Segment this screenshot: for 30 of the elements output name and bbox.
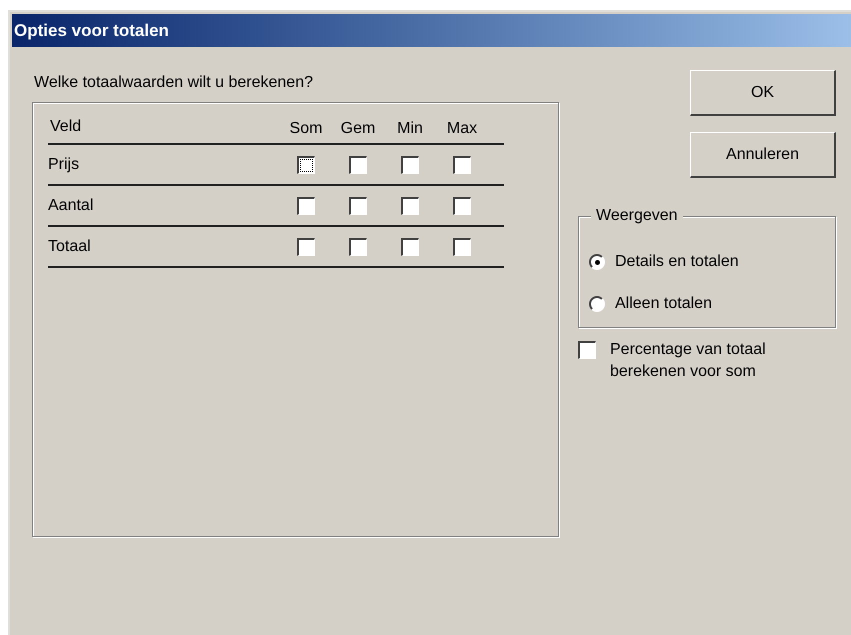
radio-button[interactable] (589, 296, 605, 312)
column-header: Veld (49, 117, 82, 137)
checkbox[interactable] (453, 156, 471, 174)
window-title: Opties voor totalen (14, 20, 169, 42)
field-name: Aantal (48, 196, 94, 216)
field-name: Prijs (48, 154, 80, 174)
checkbox[interactable] (297, 196, 315, 214)
ok-button[interactable]: OK (690, 70, 836, 116)
checkbox[interactable] (349, 156, 367, 174)
column-header: Som (290, 119, 322, 139)
checkbox[interactable] (349, 238, 367, 256)
prompt-text: Welke totaalwaarden wilt u berekenen? (34, 73, 314, 93)
checkbox-label: Percentage van totaal berekenen voor som (610, 340, 767, 382)
column-header: Gem (340, 119, 376, 139)
checkbox[interactable] (401, 156, 419, 174)
radio-button[interactable] (589, 254, 605, 270)
checkbox[interactable] (297, 156, 315, 174)
checkbox[interactable] (453, 196, 471, 214)
cancel-button[interactable]: Annuleren (690, 132, 836, 178)
column-header: Max (446, 119, 478, 139)
column-header: Min (397, 119, 423, 139)
checkbox[interactable] (401, 238, 419, 256)
checkbox[interactable] (578, 341, 596, 359)
radio-label: Details en totalen (615, 252, 739, 272)
checkbox[interactable] (297, 238, 315, 256)
field-name: Totaal (48, 236, 92, 256)
radio-label: Alleen totalen (615, 294, 712, 314)
checkbox[interactable] (349, 196, 367, 214)
checkbox[interactable] (453, 238, 471, 256)
checkbox[interactable] (401, 196, 419, 214)
